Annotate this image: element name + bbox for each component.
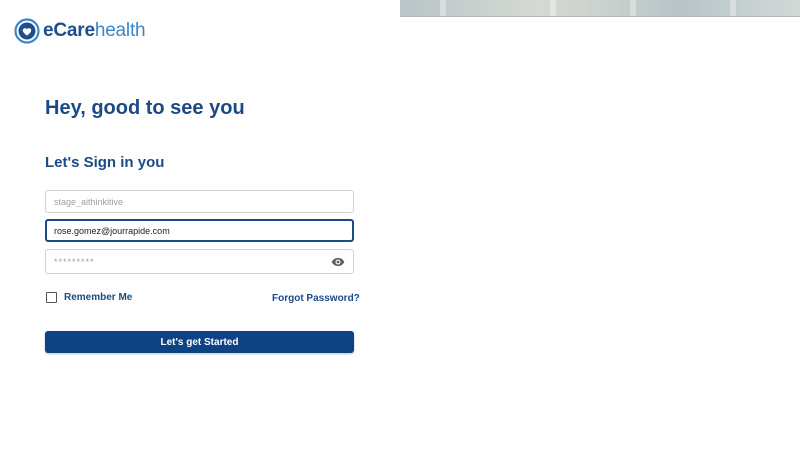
remember-me[interactable]: Remember Me xyxy=(46,292,132,303)
get-started-button[interactable]: Let's get Started xyxy=(45,331,354,353)
remember-me-checkbox[interactable] xyxy=(46,292,57,303)
username-input[interactable] xyxy=(54,191,345,212)
greeting-heading: Hey, good to see you xyxy=(45,97,245,119)
eye-icon[interactable] xyxy=(331,255,345,269)
heart-logo-icon xyxy=(14,18,40,44)
email-field[interactable] xyxy=(45,219,354,242)
password-field[interactable] xyxy=(45,249,354,274)
brand-name: eCarehealth xyxy=(43,18,146,44)
forgot-password-link[interactable]: Forgot Password? xyxy=(272,293,360,304)
signin-subheading: Let's Sign in you xyxy=(45,154,165,171)
brand-name-light: health xyxy=(94,20,146,41)
email-input[interactable] xyxy=(54,221,345,240)
brand-name-strong: eCare xyxy=(43,20,95,41)
password-input[interactable] xyxy=(54,250,327,273)
login-page: eCarehealth Hey, good to see you Let's S… xyxy=(0,0,800,450)
remember-me-label: Remember Me xyxy=(64,292,133,303)
brand-logo[interactable]: eCarehealth xyxy=(14,18,146,44)
hero-image xyxy=(400,0,800,17)
username-field[interactable] xyxy=(45,190,354,213)
